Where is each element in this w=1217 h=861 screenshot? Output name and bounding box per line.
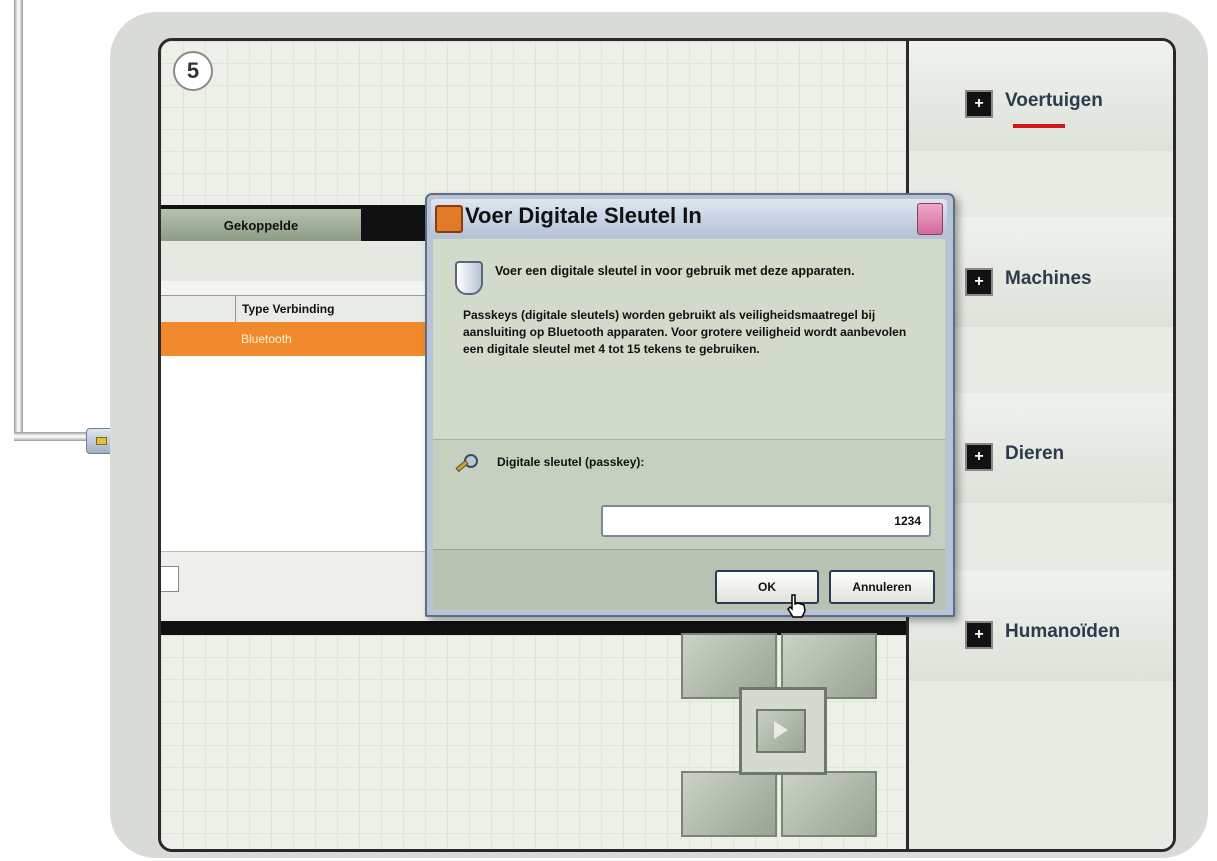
pad-bottom-left[interactable] xyxy=(681,771,777,837)
close-button[interactable] xyxy=(917,203,943,235)
active-indicator xyxy=(1013,124,1065,128)
menu-label-voertuigen: Voertuigen xyxy=(1005,90,1103,111)
row-connection-type: Bluetooth xyxy=(241,332,292,346)
shield-icon xyxy=(455,261,483,295)
passkey-label: Digitale sleutel (passkey): xyxy=(497,455,645,469)
passkey-input[interactable] xyxy=(601,505,931,537)
plus-icon[interactable]: + xyxy=(965,268,993,296)
bottom-field[interactable] xyxy=(161,566,179,592)
hand-cursor-icon xyxy=(787,594,806,618)
dialog-footer: OK Annuleren xyxy=(433,549,945,618)
cancel-button[interactable]: Annuleren xyxy=(829,570,935,604)
menu-item-voertuigen[interactable]: + Voertuigen xyxy=(909,41,1173,151)
key-icon xyxy=(455,454,478,473)
menu-label-machines: Machines xyxy=(1005,268,1092,289)
menu-label-dieren: Dieren xyxy=(1005,443,1065,464)
menu-label-humanoiden: Humanoïden xyxy=(1005,621,1121,642)
dialog-heading: Voer een digitale sleutel in voor gebrui… xyxy=(495,264,855,278)
connector-line-horizontal xyxy=(14,432,96,441)
tab-gekoppelde[interactable]: Gekoppelde xyxy=(161,209,361,241)
plus-icon[interactable]: + xyxy=(965,443,993,471)
bluetooth-app-icon xyxy=(435,205,463,233)
play-button[interactable] xyxy=(756,709,806,753)
column-header-name xyxy=(161,296,235,322)
dialog-description: Passkeys (digitale sleutels) worden gebr… xyxy=(463,308,907,356)
dialog-title: Voer Digitale Sleutel In xyxy=(465,203,702,228)
plus-icon[interactable]: + xyxy=(965,90,993,118)
step-number-badge: 5 xyxy=(173,51,213,91)
dialog-title-bar[interactable]: Voer Digitale Sleutel In xyxy=(431,199,947,237)
passkey-dialog: Voer Digitale Sleutel In Voer een digita… xyxy=(425,193,955,618)
pad-bottom-right[interactable] xyxy=(781,771,877,837)
column-header-type: Type Verbinding xyxy=(235,296,412,322)
dialog-body: Voer een digitale sleutel in voor gebrui… xyxy=(433,239,945,618)
plus-icon[interactable]: + xyxy=(965,621,993,649)
dialog-info-panel: Voer een digitale sleutel in voor gebrui… xyxy=(433,239,945,440)
control-pad xyxy=(681,633,879,837)
connector-line xyxy=(14,0,23,440)
